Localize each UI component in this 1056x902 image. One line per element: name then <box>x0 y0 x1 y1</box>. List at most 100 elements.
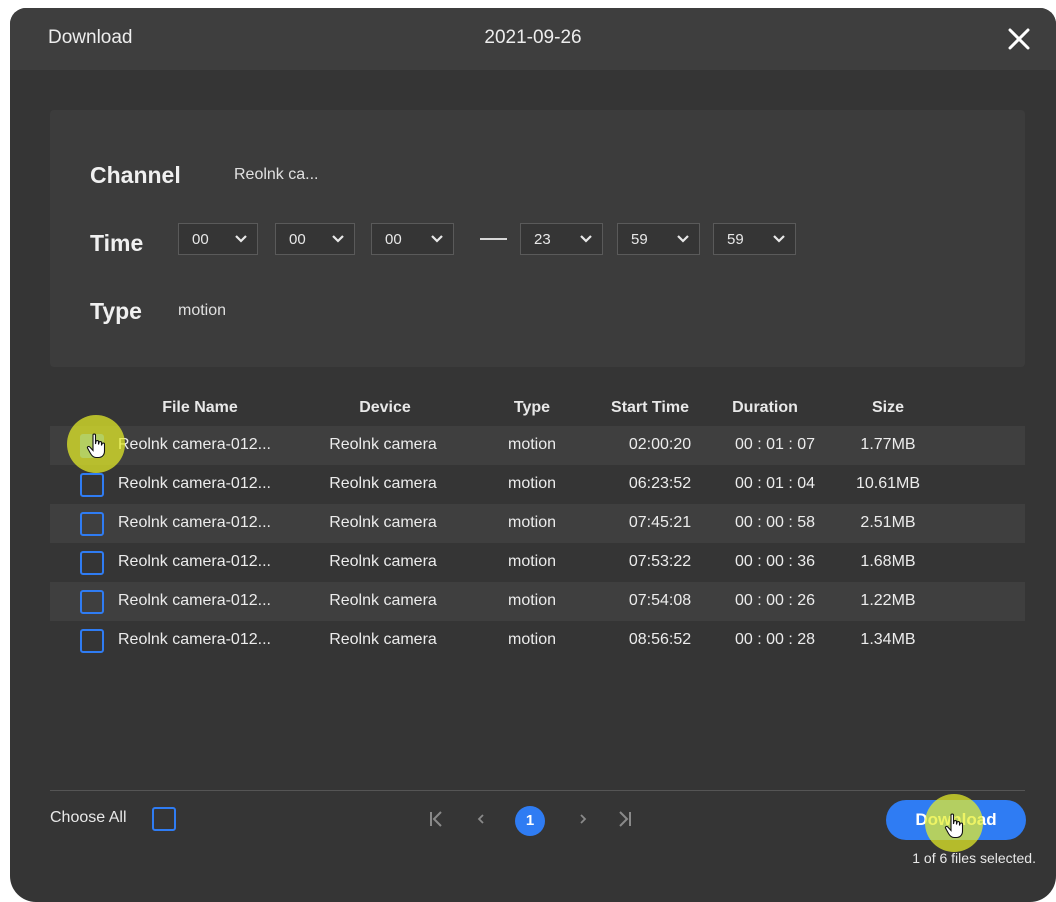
start-second-value: 00 <box>385 231 402 248</box>
file-name-cell: Reolnk camera-012... <box>118 514 271 531</box>
choose-all-label: Choose All <box>50 809 127 826</box>
table-row[interactable]: Reolnk camera-012... Reolnk camera motio… <box>50 582 1025 621</box>
next-page-button[interactable] <box>570 806 596 832</box>
last-page-icon <box>619 811 631 827</box>
time-label: Time <box>90 230 144 256</box>
column-header-device: Device <box>359 399 411 416</box>
file-name-cell: Reolnk camera-012... <box>118 631 271 648</box>
selection-status: 1 of 6 files selected. <box>912 850 1036 866</box>
start-second-select[interactable]: 00 <box>371 223 454 255</box>
device-cell: Reolnk camera <box>329 553 437 570</box>
chevron-down-icon <box>235 235 247 243</box>
footer-divider <box>50 790 1025 791</box>
end-hour-select[interactable]: 23 <box>520 223 603 255</box>
prev-page-icon <box>477 814 484 824</box>
device-cell: Reolnk camera <box>329 475 437 492</box>
table-header: File Name Device Type Start Time Duratio… <box>10 399 1056 419</box>
hand-cursor-icon <box>86 433 106 459</box>
chevron-down-icon <box>431 235 443 243</box>
type-cell: motion <box>507 475 557 492</box>
column-header-duration: Duration <box>732 399 798 416</box>
start-hour-select[interactable]: 00 <box>178 223 258 255</box>
type-cell: motion <box>507 514 557 531</box>
row-checkbox[interactable] <box>80 473 104 497</box>
end-minute-value: 59 <box>631 231 648 248</box>
next-page-icon <box>580 814 587 824</box>
chevron-down-icon <box>332 235 344 243</box>
column-header-size: Size <box>871 399 904 416</box>
title-bar: Download 2021-09-26 <box>10 8 1056 70</box>
device-cell: Reolnk camera <box>329 436 437 453</box>
duration-cell: 00 : 00 : 26 <box>734 592 816 609</box>
device-cell: Reolnk camera <box>329 631 437 648</box>
close-icon <box>1008 28 1030 50</box>
first-page-button[interactable] <box>422 806 448 832</box>
choose-all-checkbox[interactable] <box>152 807 176 831</box>
dialog-date: 2021-09-26 <box>484 27 582 48</box>
file-name-cell: Reolnk camera-012... <box>118 592 271 609</box>
type-cell: motion <box>507 592 557 609</box>
channel-label: Channel <box>90 162 181 188</box>
size-cell: 1.34MB <box>860 631 916 648</box>
download-dialog: Download 2021-09-26 Channel Reolnk ca...… <box>10 8 1056 902</box>
chevron-down-icon <box>580 235 592 243</box>
first-page-icon <box>430 811 442 827</box>
chevron-down-icon <box>773 235 785 243</box>
end-hour-value: 23 <box>534 231 551 248</box>
file-name-cell: Reolnk camera-012... <box>118 475 271 492</box>
table-row[interactable]: Reolnk camera-012... Reolnk camera motio… <box>50 426 1025 465</box>
table-row[interactable]: Reolnk camera-012... Reolnk camera motio… <box>50 543 1025 582</box>
chevron-down-icon <box>677 235 689 243</box>
row-checkbox[interactable] <box>80 512 104 536</box>
device-cell: Reolnk camera <box>329 514 437 531</box>
start-hour-value: 00 <box>192 231 209 248</box>
file-list: Reolnk camera-012... Reolnk camera motio… <box>50 426 1025 660</box>
end-minute-select[interactable]: 59 <box>617 223 700 255</box>
start-time-cell: 07:45:21 <box>628 514 692 531</box>
type-value[interactable]: motion <box>178 302 226 320</box>
end-second-select[interactable]: 59 <box>713 223 796 255</box>
type-cell: motion <box>507 553 557 570</box>
start-minute-select[interactable]: 00 <box>275 223 355 255</box>
start-time-cell: 07:54:08 <box>628 592 692 609</box>
hand-cursor-icon <box>944 813 964 839</box>
size-cell: 10.61MB <box>855 475 921 492</box>
column-header-file-name: File Name <box>162 399 238 416</box>
table-row[interactable]: Reolnk camera-012... Reolnk camera motio… <box>50 465 1025 504</box>
type-label: Type <box>90 298 142 324</box>
start-time-cell: 08:56:52 <box>628 631 692 648</box>
prev-page-button[interactable] <box>468 806 494 832</box>
duration-cell: 00 : 01 : 04 <box>734 475 816 492</box>
row-checkbox[interactable] <box>80 551 104 575</box>
size-cell: 2.51MB <box>860 514 916 531</box>
time-range-dash <box>480 238 507 240</box>
column-header-start-time: Start Time <box>611 399 689 416</box>
channel-value[interactable]: Reolnk ca... <box>234 166 318 184</box>
duration-cell: 00 : 01 : 07 <box>734 436 816 453</box>
filter-panel: Channel Reolnk ca... Time 00 00 00 23 59… <box>50 110 1025 367</box>
size-cell: 1.22MB <box>860 592 916 609</box>
size-cell: 1.68MB <box>860 553 916 570</box>
last-page-button[interactable] <box>613 806 639 832</box>
duration-cell: 00 : 00 : 36 <box>734 553 816 570</box>
table-row[interactable]: Reolnk camera-012... Reolnk camera motio… <box>50 621 1025 660</box>
start-minute-value: 00 <box>289 231 306 248</box>
file-name-cell: Reolnk camera-012... <box>118 553 271 570</box>
start-time-cell: 06:23:52 <box>628 475 692 492</box>
size-cell: 1.77MB <box>860 436 916 453</box>
close-button[interactable] <box>1004 24 1034 54</box>
duration-cell: 00 : 00 : 58 <box>734 514 816 531</box>
type-cell: motion <box>507 436 557 453</box>
page-1-button[interactable]: 1 <box>515 806 545 836</box>
start-time-cell: 02:00:20 <box>628 436 692 453</box>
type-cell: motion <box>507 631 557 648</box>
duration-cell: 00 : 00 : 28 <box>734 631 816 648</box>
column-header-type: Type <box>513 399 551 416</box>
file-name-cell: Reolnk camera-012... <box>118 436 271 453</box>
row-checkbox[interactable] <box>80 590 104 614</box>
end-second-value: 59 <box>727 231 744 248</box>
device-cell: Reolnk camera <box>329 592 437 609</box>
start-time-cell: 07:53:22 <box>628 553 692 570</box>
row-checkbox[interactable] <box>80 629 104 653</box>
table-row[interactable]: Reolnk camera-012... Reolnk camera motio… <box>50 504 1025 543</box>
